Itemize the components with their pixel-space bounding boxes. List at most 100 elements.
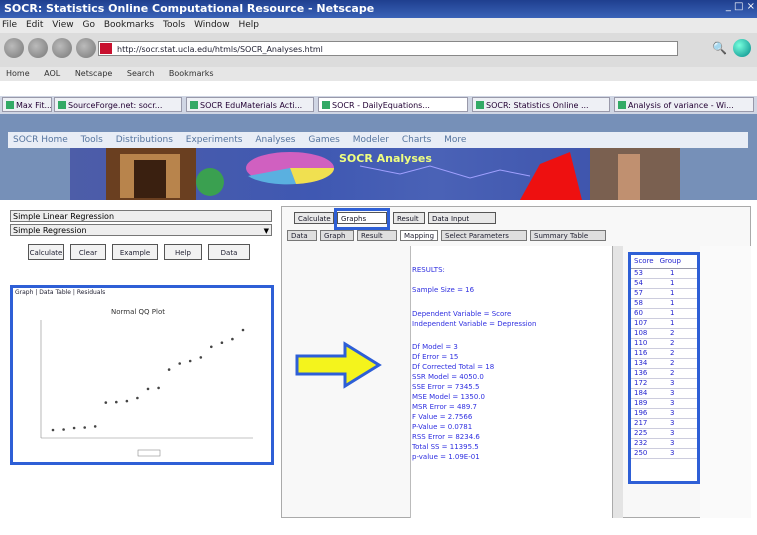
table-row[interactable]: 196 3 — [631, 409, 697, 419]
cell-score: 184 — [634, 389, 648, 397]
nav-tools[interactable]: Tools — [81, 135, 103, 145]
browser-tab[interactable]: Analysis of variance - Wi... — [614, 97, 754, 112]
globe-graphic — [196, 168, 224, 196]
results-scrollbar[interactable] — [612, 246, 623, 518]
window-controls[interactable]: _ □ × — [726, 1, 755, 12]
qq-point — [104, 401, 108, 404]
browser-tab[interactable]: SOCR EduMaterials Acti... — [186, 97, 314, 112]
table-row[interactable]: 232 3 — [631, 439, 697, 449]
tab-result[interactable]: Result — [393, 212, 425, 224]
url-field[interactable]: http://socr.stat.ucla.edu/htmls/SOCR_Ana… — [98, 41, 678, 56]
search-icon[interactable]: 🔍 — [712, 41, 727, 55]
qq-point — [115, 400, 118, 404]
qq-point — [51, 428, 55, 432]
table-row[interactable]: 250 3 — [631, 449, 697, 459]
nav-charts[interactable]: Charts — [402, 135, 431, 145]
plot-panel: Graph | Data Table | Residuals Normal QQ… — [10, 285, 274, 465]
nav-games[interactable]: Games — [308, 135, 339, 145]
nav-more[interactable]: More — [444, 135, 466, 145]
calculate-button[interactable]: Calculate — [28, 244, 64, 260]
forward-icon[interactable] — [28, 38, 48, 58]
bookmark-home[interactable]: Home — [6, 69, 30, 78]
page-favicon-icon — [100, 43, 112, 54]
menu-tools[interactable]: Tools — [163, 20, 185, 30]
table-row[interactable]: 116 2 — [631, 349, 697, 359]
browser-tab-active[interactable]: SOCR - DailyEquations... — [318, 97, 468, 112]
example-button[interactable]: Example — [112, 244, 158, 260]
table-row[interactable]: 53 1 — [631, 269, 697, 279]
subtab-mapping[interactable]: Mapping — [400, 230, 438, 241]
tab-calculate[interactable]: Calculate — [294, 212, 334, 224]
menu-view[interactable]: View — [52, 20, 73, 30]
model-dropdown[interactable]: Simple Regression ▼ — [10, 224, 272, 236]
subtab-data[interactable]: Data — [287, 230, 317, 241]
data-button[interactable]: Data — [208, 244, 250, 260]
bookmark-search[interactable]: Search — [127, 69, 154, 78]
analysis-dropdown[interactable]: Simple Linear Regression — [10, 210, 272, 222]
subtab-select-parameters[interactable]: Select Parameters — [441, 230, 527, 241]
cell-group: 3 — [670, 419, 675, 427]
menu-help[interactable]: Help — [238, 20, 259, 30]
nav-distributions[interactable]: Distributions — [116, 135, 173, 145]
table-row[interactable]: 136 2 — [631, 369, 697, 379]
table-body: 53 1 54 1 57 1 58 1 60 1 107 1 108 2 110 2 116 2 134 2 136 2 1… — [631, 269, 697, 459]
bookmark-netscape[interactable]: Netscape — [75, 69, 113, 78]
clear-button[interactable]: Clear — [70, 244, 106, 260]
table-row[interactable]: 134 2 — [631, 359, 697, 369]
menu-edit[interactable]: Edit — [26, 20, 43, 30]
table-row[interactable]: 57 1 — [631, 289, 697, 299]
menu-go[interactable]: Go — [82, 20, 94, 30]
table-row[interactable]: 225 3 — [631, 429, 697, 439]
table-row[interactable]: 54 1 — [631, 279, 697, 289]
result-line: P-Value = 0.0781 — [412, 423, 473, 431]
menu-bookmarks[interactable]: Bookmarks — [104, 20, 154, 30]
result-line: RSS Error = 8234.6 — [412, 433, 480, 441]
browser-tab[interactable]: Max Fit... — [2, 97, 52, 112]
navigation-toolbar: http://socr.stat.ucla.edu/htmls/SOCR_Ana… — [0, 33, 757, 67]
browser-tab-label: SOCR - DailyEquations... — [332, 101, 430, 110]
qq-point — [157, 386, 160, 390]
normal-qq-plot — [40, 320, 253, 457]
table-row[interactable]: 184 3 — [631, 389, 697, 399]
bookmark-aol[interactable]: AOL — [44, 69, 60, 78]
qq-point — [72, 426, 76, 430]
cell-group: 2 — [670, 339, 675, 347]
table-row[interactable]: 60 1 — [631, 309, 697, 319]
arrow-right-icon — [295, 341, 382, 389]
nav-analyses[interactable]: Analyses — [255, 135, 295, 145]
browser-tab[interactable]: SourceForge.net: socr... — [54, 97, 182, 112]
cell-group: 3 — [670, 439, 675, 447]
window-title: SOCR: Statistics Online Computational Re… — [4, 2, 375, 15]
tab-data-input[interactable]: Data Input — [428, 212, 496, 224]
qq-point — [210, 345, 213, 349]
subtab-summary-table[interactable]: Summary Table — [530, 230, 606, 241]
nav-experiments[interactable]: Experiments — [186, 135, 243, 145]
browser-tab[interactable]: SOCR: Statistics Online ... — [472, 97, 610, 112]
bookmark-bookmarks[interactable]: Bookmarks — [169, 69, 214, 78]
result-line: p-value = 1.09E-01 — [412, 453, 480, 461]
table-row[interactable]: 110 2 — [631, 339, 697, 349]
menu-file[interactable]: File — [2, 20, 17, 30]
cell-score: 58 — [634, 299, 643, 307]
cell-score: 217 — [634, 419, 648, 427]
result-line: Independent Variable = Depression — [412, 320, 537, 328]
table-row[interactable]: 172 3 — [631, 379, 697, 389]
column-header-group: Group — [659, 257, 681, 265]
table-row[interactable]: 58 1 — [631, 299, 697, 309]
reload-icon[interactable] — [52, 38, 72, 58]
table-row[interactable]: 189 3 — [631, 399, 697, 409]
nav-modeler[interactable]: Modeler — [353, 135, 389, 145]
table-row[interactable]: 107 1 — [631, 319, 697, 329]
back-icon[interactable] — [4, 38, 24, 58]
table-row[interactable]: 108 2 — [631, 329, 697, 339]
subtab-result[interactable]: Result — [357, 230, 397, 241]
table-row[interactable]: 217 3 — [631, 419, 697, 429]
help-button[interactable]: Help — [164, 244, 202, 260]
cell-group: 3 — [670, 409, 675, 417]
cell-score: 54 — [634, 279, 643, 287]
menu-window[interactable]: Window — [194, 20, 230, 30]
stop-icon[interactable] — [76, 38, 96, 58]
nav-socr-home[interactable]: SOCR Home — [13, 135, 68, 145]
plot-tabs[interactable]: Graph | Data Table | Residuals — [15, 289, 105, 296]
subtab-graph[interactable]: Graph — [320, 230, 354, 241]
